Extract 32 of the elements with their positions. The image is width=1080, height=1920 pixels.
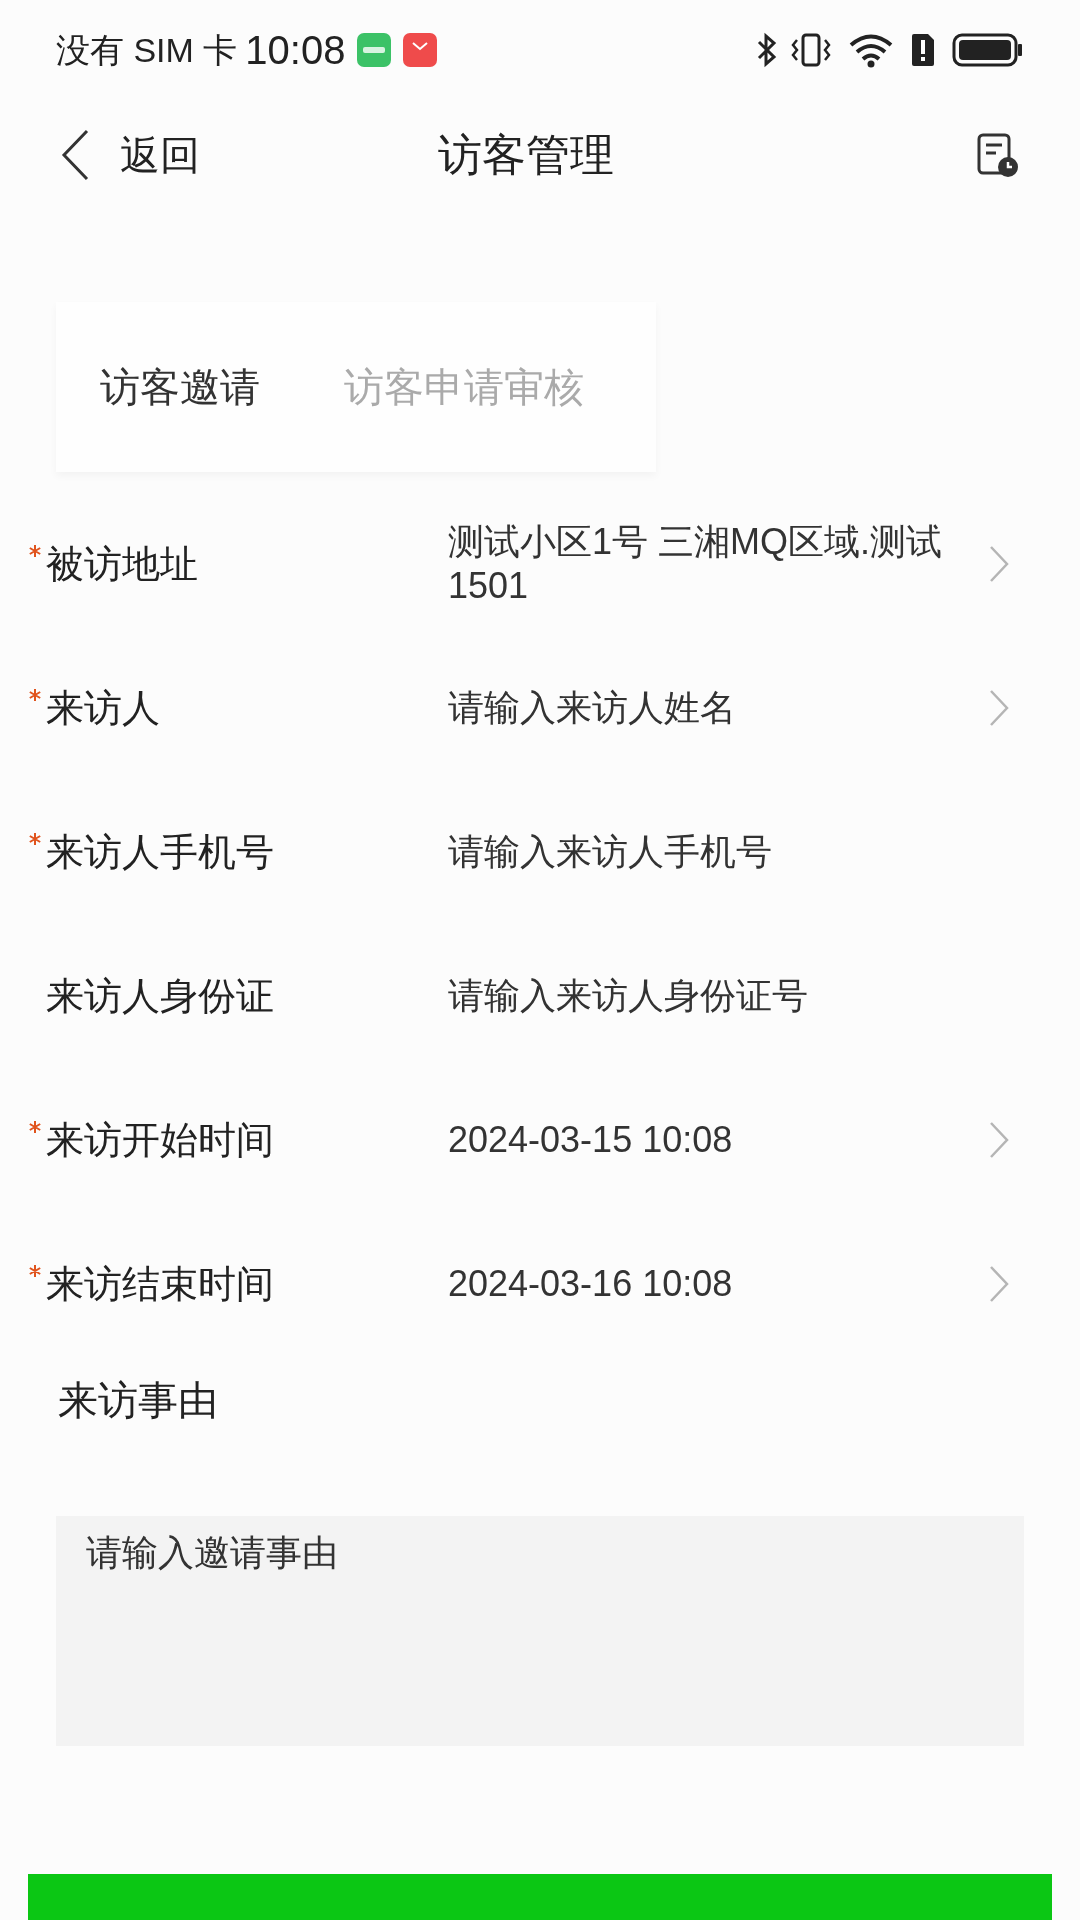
sim-alert-icon: [910, 32, 936, 68]
back-icon: [60, 128, 90, 182]
page-title: 访客管理: [438, 129, 614, 181]
tab[interactable]: 访客邀请: [100, 357, 260, 417]
select-field[interactable]: 2024-03-16 10:08: [448, 1262, 1010, 1306]
chevron-right-icon: [988, 688, 1010, 728]
back-button[interactable]: 返回: [60, 125, 200, 185]
select-field[interactable]: 请输入来访人姓名: [448, 686, 1010, 730]
field-label: 来访开始时间: [46, 1117, 274, 1163]
field-label: 来访人身份证: [46, 973, 274, 1019]
reason-label: 来访事由: [58, 1377, 219, 1424]
vibrate-icon: [790, 32, 832, 68]
reason-textarea[interactable]: 请输入邀请事由: [56, 1516, 1024, 1746]
input-field[interactable]: 请输入来访人身份证号: [448, 969, 1010, 1023]
wifi-icon: [848, 32, 894, 68]
clock: 10:08: [245, 27, 346, 74]
document-clock-icon[interactable]: [976, 132, 1020, 178]
chevron-right-icon: [988, 544, 1010, 584]
bluetooth-icon: [756, 32, 778, 68]
battery-icon: [952, 32, 1024, 68]
field-label: 来访人: [46, 685, 160, 731]
chevron-right-icon: [988, 1264, 1010, 1304]
field-label: 来访人手机号: [46, 829, 274, 875]
field-label: 来访结束时间: [46, 1261, 274, 1307]
select-field[interactable]: 测试小区1号 三湘MQ区域.测试1501: [448, 520, 1010, 608]
input-field[interactable]: 请输入来访人手机号: [448, 825, 1010, 879]
field-label: 被访地址: [46, 541, 198, 587]
app-icon: [403, 33, 438, 67]
chevron-right-icon: [988, 1120, 1010, 1160]
app-icon: [357, 33, 392, 67]
select-field[interactable]: 2024-03-15 10:08: [448, 1118, 1010, 1162]
carrier-label: 没有 SIM 卡: [56, 29, 238, 71]
